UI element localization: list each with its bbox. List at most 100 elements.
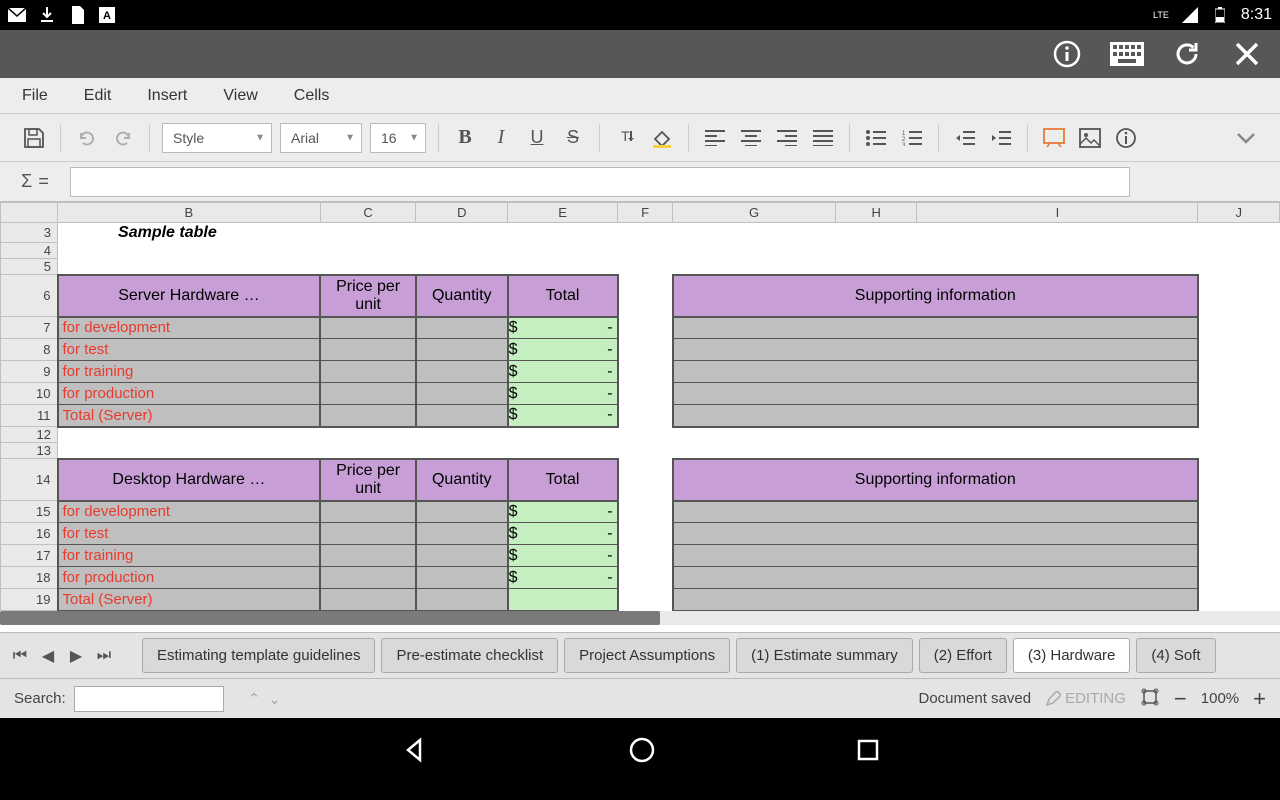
col-header[interactable]: E (508, 203, 618, 223)
align-right-button[interactable] (773, 124, 801, 152)
sheet-tab[interactable]: (4) Soft (1136, 638, 1215, 673)
row-header[interactable]: 3 (1, 223, 58, 243)
outdent-button[interactable] (951, 124, 979, 152)
cell[interactable]: Quantity (416, 459, 508, 501)
zoom-out-button[interactable]: − (1174, 686, 1187, 712)
cell[interactable] (320, 545, 416, 567)
cell[interactable] (416, 589, 508, 611)
align-left-button[interactable] (701, 124, 729, 152)
menu-view[interactable]: View (223, 87, 257, 105)
save-button[interactable] (20, 124, 48, 152)
cell[interactable]: $- (508, 567, 618, 589)
sheet-tab[interactable]: Estimating template guidelines (142, 638, 375, 673)
cell[interactable] (416, 317, 508, 339)
cell[interactable] (673, 339, 1198, 361)
bold-button[interactable]: B (451, 124, 479, 152)
align-center-button[interactable] (737, 124, 765, 152)
text-color-button[interactable]: T (612, 124, 640, 152)
formula-input[interactable] (70, 167, 1130, 197)
align-justify-button[interactable] (809, 124, 837, 152)
sheet-tab[interactable]: (1) Estimate summary (736, 638, 913, 673)
row-header[interactable]: 18 (1, 567, 58, 589)
menu-file[interactable]: File (22, 87, 48, 105)
tabs-next-button[interactable]: ▶ (64, 644, 88, 668)
row-header[interactable]: 17 (1, 545, 58, 567)
image-button[interactable] (1076, 124, 1104, 152)
cell[interactable]: Desktop Hardware … (58, 459, 321, 501)
row-header[interactable]: 19 (1, 589, 58, 611)
refresh-button[interactable] (1170, 37, 1204, 71)
cell[interactable] (416, 361, 508, 383)
cell[interactable]: $- (508, 339, 618, 361)
underline-button[interactable]: U (523, 124, 551, 152)
cell[interactable] (320, 383, 416, 405)
col-header[interactable]: H (835, 203, 916, 223)
sheet-tab[interactable]: Project Assumptions (564, 638, 730, 673)
cell[interactable]: $- (508, 405, 618, 427)
cell[interactable] (416, 545, 508, 567)
row-header[interactable]: 5 (1, 259, 58, 275)
col-header[interactable]: G (673, 203, 836, 223)
row-header[interactable]: 4 (1, 243, 58, 259)
row-header[interactable]: 10 (1, 383, 58, 405)
fill-color-button[interactable] (648, 124, 676, 152)
back-button[interactable] (400, 736, 428, 769)
tabs-prev-button[interactable]: ◀ (36, 644, 60, 668)
search-input[interactable] (74, 686, 224, 712)
cell[interactable]: Supporting information (673, 275, 1198, 317)
close-button[interactable] (1230, 37, 1264, 71)
cell[interactable] (320, 589, 416, 611)
row-header[interactable]: 11 (1, 405, 58, 427)
cell[interactable]: Server Hardware … (58, 275, 321, 317)
cell[interactable]: for development (58, 317, 321, 339)
crop-button[interactable] (1140, 687, 1160, 711)
cell[interactable] (673, 523, 1198, 545)
cell[interactable]: for production (58, 383, 321, 405)
row-header[interactable]: 16 (1, 523, 58, 545)
cell[interactable]: for test (58, 339, 321, 361)
cell[interactable]: Price per unit (320, 459, 416, 501)
row-header[interactable]: 15 (1, 501, 58, 523)
row-header[interactable]: 9 (1, 361, 58, 383)
col-header[interactable]: C (320, 203, 416, 223)
cell[interactable]: $- (508, 317, 618, 339)
info-tool-button[interactable] (1112, 124, 1140, 152)
recents-button[interactable] (856, 738, 880, 767)
menu-edit[interactable]: Edit (84, 87, 112, 105)
cell[interactable]: $- (508, 361, 618, 383)
search-prev-button[interactable]: ⌃ (248, 690, 261, 708)
cell[interactable] (416, 501, 508, 523)
info-button[interactable] (1050, 37, 1084, 71)
formula-fx-button[interactable]: Σ = (10, 171, 60, 192)
menu-cells[interactable]: Cells (294, 87, 330, 105)
cell[interactable]: Total (Server) (58, 405, 321, 427)
font-select[interactable]: Arial▼ (280, 123, 362, 153)
editing-mode-button[interactable]: EDITING (1045, 690, 1126, 707)
horizontal-scrollbar[interactable] (0, 611, 1280, 625)
row-header[interactable]: 6 (1, 275, 58, 317)
cell[interactable] (508, 589, 618, 611)
sheet-tab[interactable]: (2) Effort (919, 638, 1007, 673)
row-header[interactable]: 8 (1, 339, 58, 361)
cell[interactable] (320, 405, 416, 427)
italic-button[interactable]: I (487, 124, 515, 152)
cell[interactable] (320, 523, 416, 545)
cell[interactable] (673, 567, 1198, 589)
indent-button[interactable] (987, 124, 1015, 152)
cell[interactable] (673, 589, 1198, 611)
col-header[interactable]: F (618, 203, 673, 223)
sheet-tab-active[interactable]: (3) Hardware (1013, 638, 1131, 673)
sheet-tab[interactable]: Pre-estimate checklist (381, 638, 558, 673)
row-header[interactable]: 12 (1, 427, 58, 443)
cell[interactable] (673, 317, 1198, 339)
cell[interactable] (673, 361, 1198, 383)
cell[interactable] (416, 339, 508, 361)
tabs-last-button[interactable]: ⏭ (92, 644, 116, 668)
cell[interactable] (416, 383, 508, 405)
cell[interactable] (320, 501, 416, 523)
cell[interactable] (320, 317, 416, 339)
tabs-first-button[interactable]: ⏮ (8, 644, 32, 668)
keyboard-button[interactable] (1110, 37, 1144, 71)
cell[interactable] (416, 567, 508, 589)
cell[interactable]: $- (508, 383, 618, 405)
